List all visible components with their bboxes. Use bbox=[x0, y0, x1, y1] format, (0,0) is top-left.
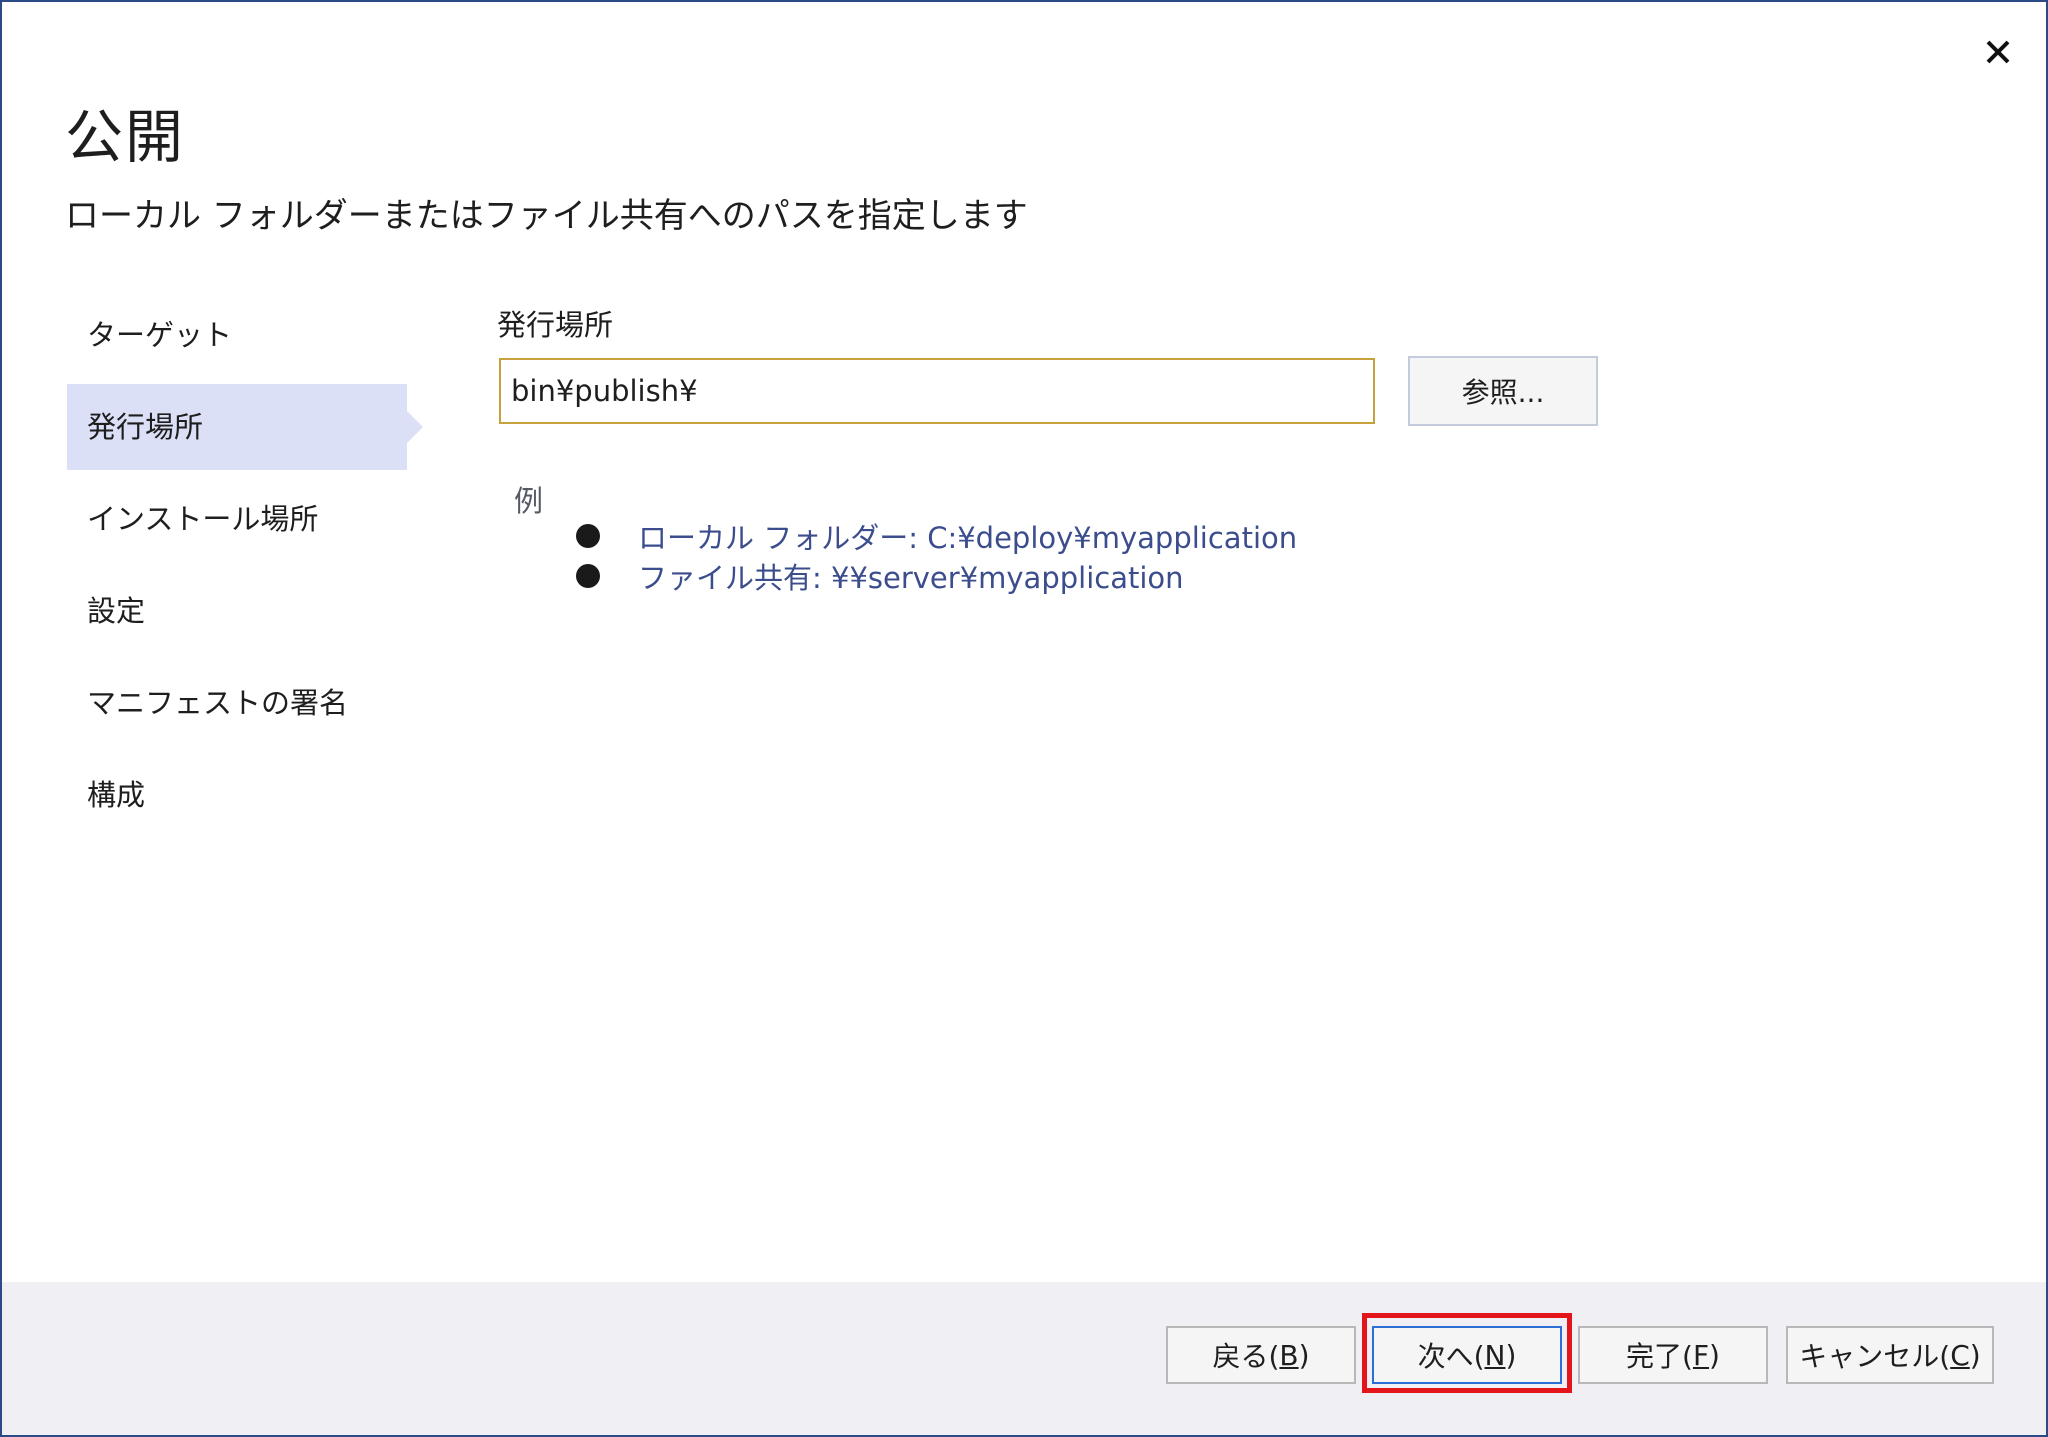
cancel-label-end: ) bbox=[1969, 1338, 1981, 1372]
back-mnemonic: B bbox=[1279, 1338, 1299, 1372]
example-local-folder: ローカル フォルダー: C:¥deploy¥myapplication bbox=[638, 521, 1298, 555]
dialog-title: 公開 bbox=[65, 103, 186, 171]
dialog-footer: 戻る(B) 次へ(N) 完了(F) キャンセル(C) bbox=[2, 1282, 2046, 1435]
next-button[interactable]: 次へ(N) bbox=[1372, 1326, 1562, 1384]
bullet-icon bbox=[576, 564, 600, 588]
dialog-subtitle: ローカル フォルダーまたはファイル共有へのパスを指定します bbox=[65, 196, 1028, 236]
wizard-nav: ターゲット 発行場所 インストール場所 設定 マニフェストの署名 構成 bbox=[67, 292, 427, 844]
nav-item-configuration[interactable]: 構成 bbox=[67, 752, 427, 838]
list-item: ローカル フォルダー: C:¥deploy¥myapplication bbox=[576, 516, 1297, 556]
example-label: 例 bbox=[514, 484, 544, 518]
nav-item-settings[interactable]: 設定 bbox=[67, 568, 427, 654]
next-mnemonic: N bbox=[1484, 1338, 1506, 1372]
finish-label: 完了( bbox=[1626, 1340, 1693, 1373]
finish-label-end: ) bbox=[1709, 1338, 1720, 1372]
bullet-icon bbox=[576, 524, 600, 548]
nav-item-manifest-signing[interactable]: マニフェストの署名 bbox=[67, 660, 427, 746]
publish-location-label: 発行場所 bbox=[497, 308, 614, 342]
close-icon bbox=[1986, 40, 2010, 64]
publish-dialog: 公開 ローカル フォルダーまたはファイル共有へのパスを指定します ターゲット 発… bbox=[0, 0, 2048, 1437]
publish-path-input[interactable] bbox=[499, 358, 1375, 424]
next-label: 次へ( bbox=[1417, 1340, 1485, 1373]
list-item: ファイル共有: ¥¥server¥myapplication bbox=[576, 556, 1297, 596]
finish-mnemonic: F bbox=[1692, 1338, 1710, 1372]
nav-item-target[interactable]: ターゲット bbox=[67, 292, 427, 378]
back-label: 戻る( bbox=[1212, 1340, 1280, 1373]
cancel-label: キャンセル( bbox=[1799, 1340, 1951, 1373]
back-button[interactable]: 戻る(B) bbox=[1166, 1326, 1356, 1384]
close-button[interactable] bbox=[1972, 26, 2024, 78]
cancel-button[interactable]: キャンセル(C) bbox=[1786, 1326, 1994, 1384]
back-label-end: ) bbox=[1298, 1338, 1310, 1372]
finish-button[interactable]: 完了(F) bbox=[1578, 1326, 1768, 1384]
example-list: ローカル フォルダー: C:¥deploy¥myapplication ファイル… bbox=[576, 516, 1297, 596]
nav-item-install-location[interactable]: インストール場所 bbox=[67, 476, 427, 562]
next-label-end: ) bbox=[1505, 1338, 1517, 1372]
browse-button[interactable]: 参照... bbox=[1408, 356, 1598, 426]
cancel-mnemonic: C bbox=[1950, 1338, 1970, 1372]
nav-item-publish-location[interactable]: 発行場所 bbox=[67, 384, 423, 470]
example-file-share: ファイル共有: ¥¥server¥myapplication bbox=[638, 561, 1184, 595]
